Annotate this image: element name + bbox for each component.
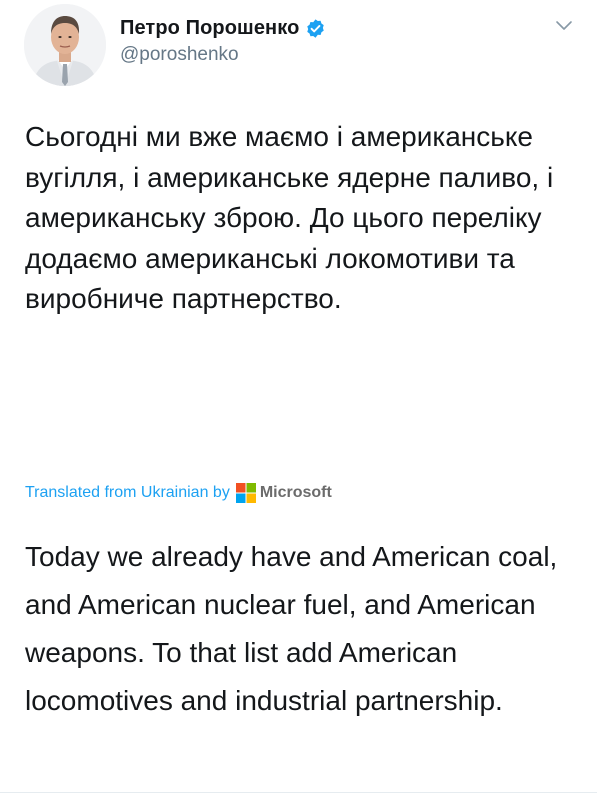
tweet-original-text: Сьогодні ми вже маємо і американське вуг… [25, 121, 554, 314]
author-display-name[interactable]: Петро Порошенко [120, 17, 299, 40]
translated-from-link[interactable]: Translated from Ukrainian by [25, 484, 230, 502]
avatar[interactable] [24, 4, 106, 86]
author-handle[interactable]: @poroshenko [120, 44, 239, 66]
translation-attribution: Translated from Ukrainian by Microsoft [25, 480, 332, 506]
verified-badge-icon [305, 18, 326, 39]
divider [0, 792, 597, 793]
microsoft-logo-icon [235, 483, 256, 503]
translation-provider: Microsoft [259, 484, 332, 501]
chevron-down-icon[interactable] [552, 16, 576, 36]
tweet: Петро Порошенко @poroshenko Сьогодні ми … [0, 0, 597, 800]
tweet-translated-text: Today we already have and American coal,… [25, 541, 558, 716]
author-name-row: Петро Порошенко [120, 14, 326, 42]
